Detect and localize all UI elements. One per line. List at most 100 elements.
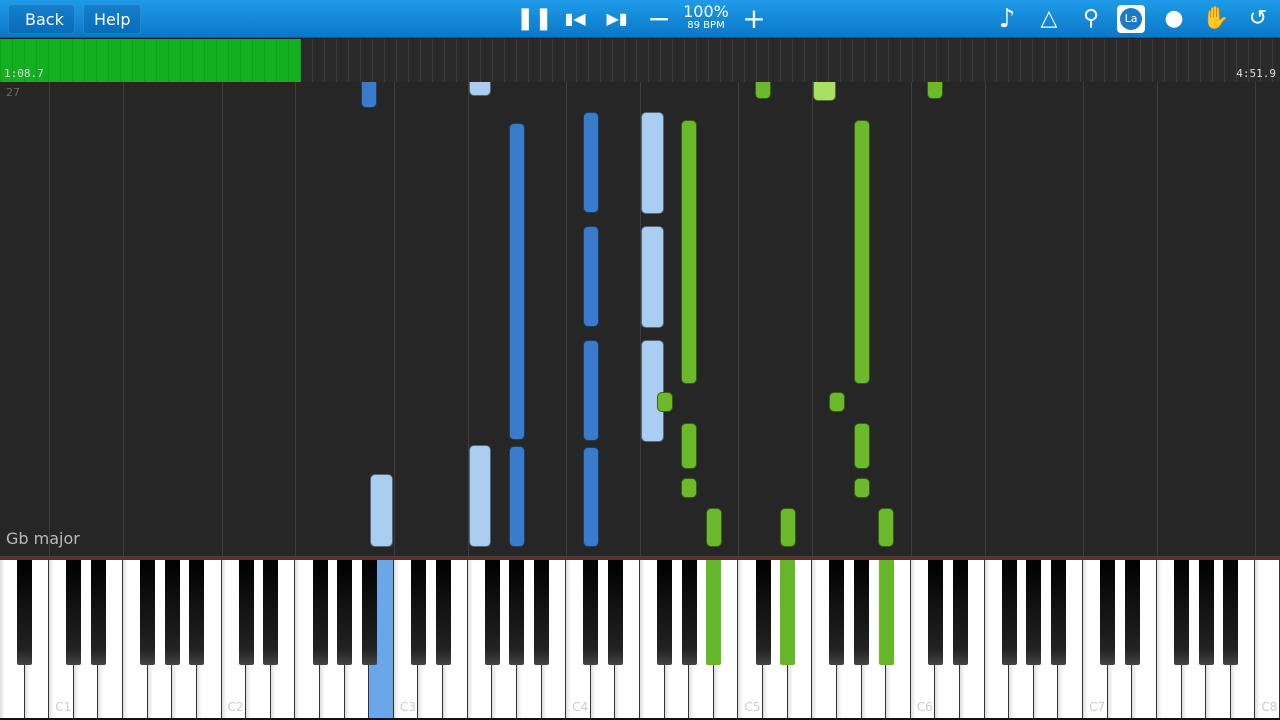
falling-note-C#6 [927,82,944,99]
black-key-G#5[interactable] [854,560,870,665]
falling-note-F#4 [656,391,673,413]
black-key-G#4[interactable] [681,560,697,665]
metronome-icon[interactable]: △ [1033,3,1065,35]
music-note-icon[interactable]: ♪ [991,3,1023,35]
minus-icon[interactable]: − [643,3,675,35]
bpm-value: 89 BPM [687,20,725,31]
falling-note-G#3 [508,122,525,440]
falling-note-A#2 [361,82,378,109]
piano-keyboard: C1 C2 C3 C4 C5 C6 C7 C8 [0,560,1280,720]
next-icon[interactable]: ▶▮ [601,3,633,35]
black-key-G#2[interactable] [337,560,353,665]
black-key-F#1[interactable] [140,560,156,665]
octave-label: C8 [1261,700,1278,714]
black-key-D#5[interactable] [780,560,796,665]
falling-note-G#5 [853,478,870,498]
total-time: 4:51.9 [1236,67,1276,80]
black-key-F#4[interactable] [657,560,673,665]
black-key-C#2[interactable] [238,560,254,665]
grid-line [393,82,395,556]
black-key-C#1[interactable] [66,560,82,665]
grid-line [221,82,223,556]
falling-note-C#4 [582,226,599,327]
falling-note-F3 [468,82,492,96]
falling-note-C#4 [582,112,599,213]
note-waterfall: 27 [0,82,1280,556]
black-key-C#6[interactable] [927,560,943,665]
progress-bar[interactable] [0,39,1280,82]
grid-line [812,82,814,556]
falling-note-B2 [370,473,393,547]
falling-note-F5 [813,82,836,102]
black-key-C#3[interactable] [410,560,426,665]
octave-label: C5 [744,700,761,714]
falling-note-G#4 [681,423,698,470]
octave-label: C1 [55,700,72,714]
white-key-C8[interactable]: C8 [1255,560,1280,718]
grid-line [1156,82,1158,556]
falling-note-G#5 [853,423,870,470]
speed-percent: 100% [683,2,729,21]
key-signature: Gb major [6,529,80,548]
black-key-A#6[interactable] [1050,560,1066,665]
hand-icon[interactable]: ✋ [1200,3,1232,35]
falling-note-G#4 [681,478,698,498]
plus-icon[interactable]: + [738,3,770,35]
black-key-F#3[interactable] [484,560,500,665]
magnifier-icon[interactable]: ⚲ [1075,3,1107,35]
falling-note-G#4 [681,120,698,384]
grid-line [910,82,912,556]
falling-note-F4 [641,112,664,215]
back-button[interactable]: Back [8,4,75,34]
falling-note-C#4 [582,447,599,547]
black-key-C#4[interactable] [583,560,599,665]
falling-note-D#5 [779,507,796,547]
la-icon[interactable]: La [1117,5,1145,33]
falling-note-A#5 [878,507,895,547]
falling-note-F4 [641,226,664,329]
la-label: La [1120,8,1142,30]
help-button[interactable]: Help [83,4,142,34]
pause-icon[interactable]: ❚❚ [516,3,553,35]
black-key-A#3[interactable] [534,560,550,665]
falling-note-G#5 [853,120,870,384]
grid-line [984,82,986,556]
black-key-D#4[interactable] [607,560,623,665]
black-key-F#7[interactable] [1174,560,1190,665]
falling-note-A#4 [705,507,722,547]
black-key-A#1[interactable] [189,560,205,665]
black-key-D#6[interactable] [952,560,968,665]
black-key-F#5[interactable] [829,560,845,665]
black-key-A#0[interactable] [17,560,33,665]
toolbar: Back Help ❚❚ ▮◀ ▶▮ − 100% 89 BPM + ♪ △ ⚲… [0,0,1280,38]
black-key-A#7[interactable] [1223,560,1239,665]
black-key-D#1[interactable] [90,560,106,665]
black-key-G#1[interactable] [164,560,180,665]
black-key-C#5[interactable] [755,560,771,665]
octave-label: C3 [399,700,416,714]
black-key-D#3[interactable] [435,560,451,665]
octave-label: C7 [1089,700,1106,714]
grid-line [123,82,125,556]
black-key-F#6[interactable] [1001,560,1017,665]
black-key-A#4[interactable] [706,560,722,665]
grid-line [738,82,740,556]
black-key-C#7[interactable] [1100,560,1116,665]
grid-line [1083,82,1085,556]
progress-fill [0,39,301,82]
black-key-G#3[interactable] [509,560,525,665]
black-key-D#2[interactable] [263,560,279,665]
measure-number: 27 [6,86,20,99]
loop-icon[interactable]: ↺ [1242,3,1274,35]
black-key-A#2[interactable] [361,560,377,665]
octave-label: C2 [227,700,244,714]
previous-icon[interactable]: ▮◀ [559,3,591,35]
black-key-D#7[interactable] [1124,560,1140,665]
location-pin-icon[interactable]: ● [1158,3,1190,35]
falling-note-C#4 [582,340,599,441]
black-key-G#7[interactable] [1198,560,1214,665]
black-key-A#5[interactable] [878,560,894,665]
black-key-F#2[interactable] [312,560,328,665]
black-key-G#6[interactable] [1026,560,1042,665]
grid-line [295,82,297,556]
